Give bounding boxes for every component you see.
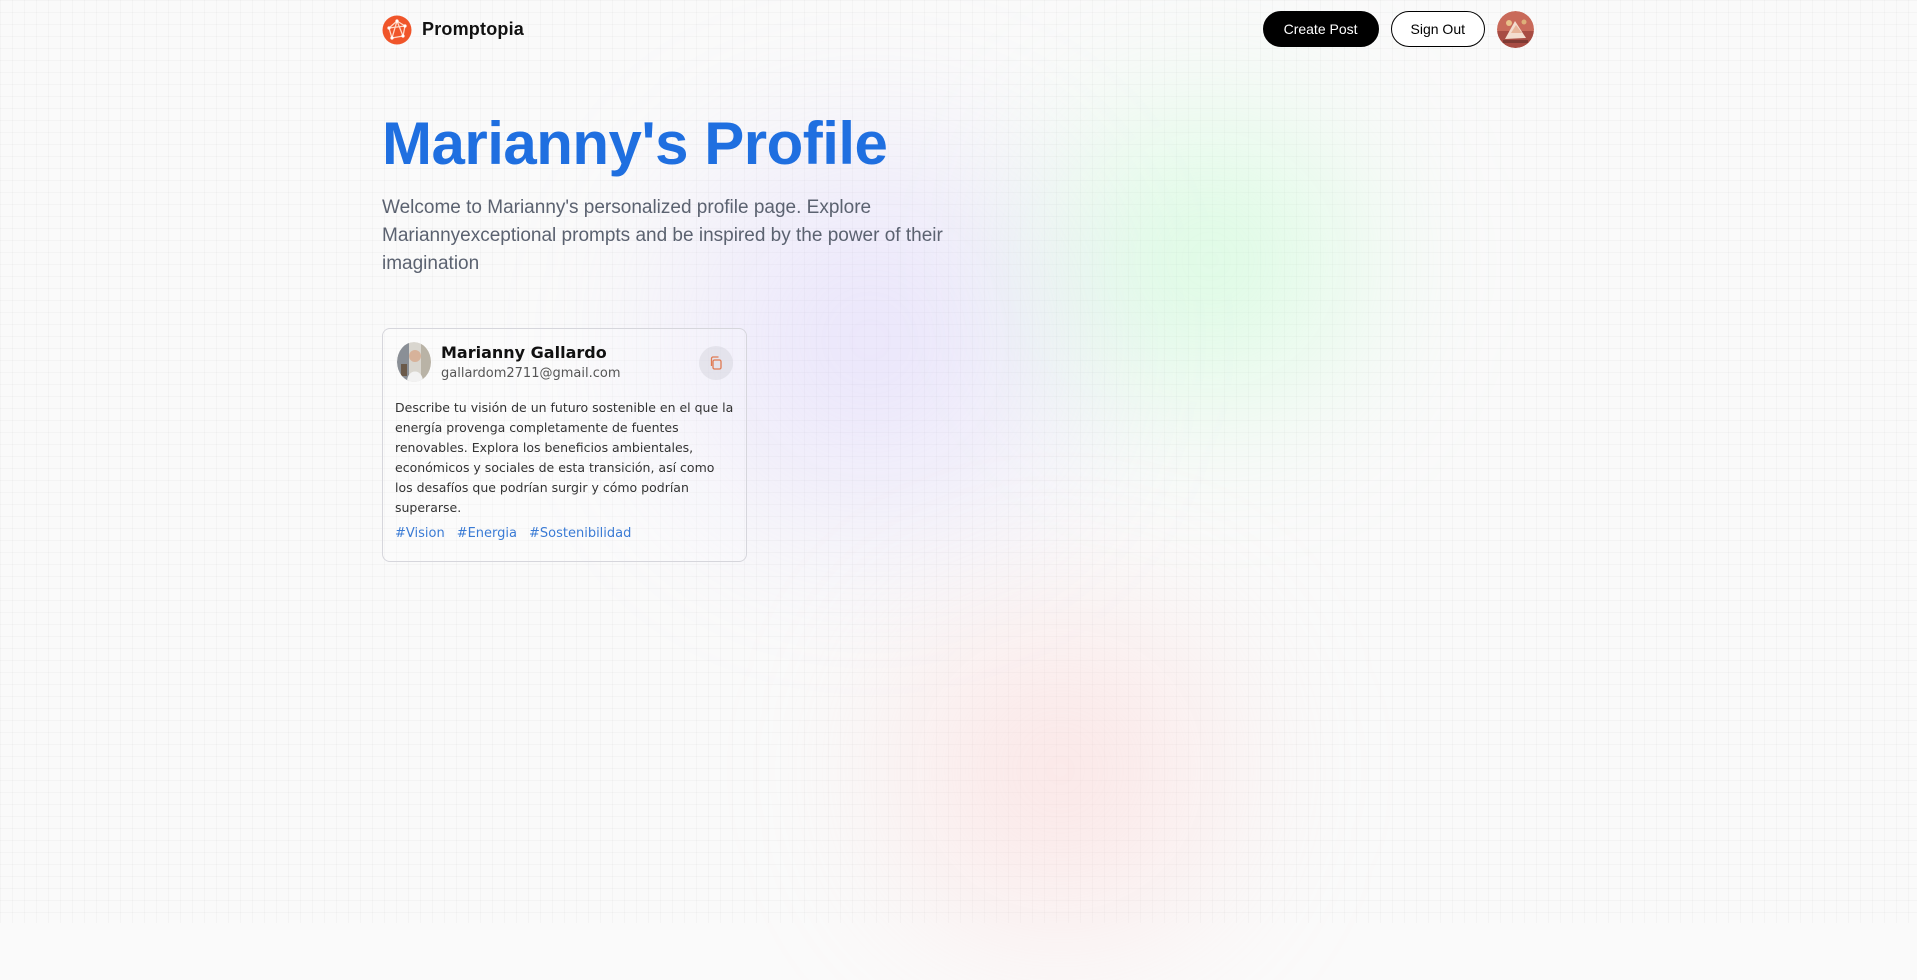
author-email: gallardom2711@gmail.com [441,366,621,381]
sign-out-button[interactable]: Sign Out [1390,11,1485,47]
top-nav: Promptopia Create Post Sign Out [382,0,1534,58]
author-avatar [397,342,431,382]
tag-sostenibilidad[interactable]: #Sostenibilidad [529,526,631,541]
author-info[interactable]: Marianny Gallardo gallardom2711@gmail.co… [395,342,620,382]
copy-icon [710,356,722,370]
tag-vision[interactable]: #Vision [395,526,445,541]
copy-button[interactable] [699,346,733,380]
brand-name: Promptopia [422,19,525,39]
background-glow-pink [780,560,1340,980]
page: Promptopia Create Post Sign Out Marianny… [382,0,1534,562]
create-post-button[interactable]: Create Post [1262,11,1379,47]
prompt-card-header: Marianny Gallardo gallardom2711@gmail.co… [395,342,734,382]
user-avatar[interactable] [1497,10,1534,48]
tag-energia[interactable]: #Energia [457,526,517,541]
nav-actions: Create Post Sign Out [1262,10,1534,48]
prompt-card: Marianny Gallardo gallardom2711@gmail.co… [382,328,747,562]
brand-link[interactable]: Promptopia [382,15,524,45]
prompt-text: Describe tu visión de un futuro sostenib… [395,400,734,515]
page-title: Marianny's Profile [382,110,888,177]
page-description: Welcome to Marianny's personalized profi… [382,197,943,274]
tag-list: #Vision #Energia #Sostenibilidad [395,526,734,541]
author-text: Marianny Gallardo gallardom2711@gmail.co… [441,343,620,381]
author-name: Marianny Gallardo [441,343,607,362]
promptopia-logo-icon [382,15,412,44]
